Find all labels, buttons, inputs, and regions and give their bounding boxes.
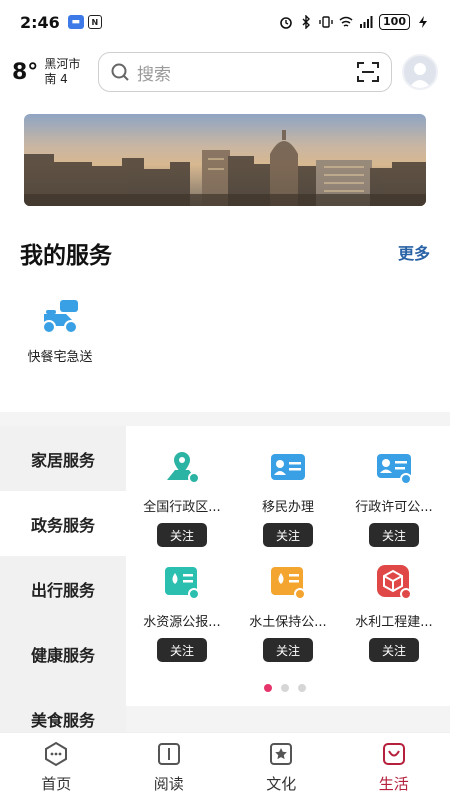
- follow-button[interactable]: 关注: [263, 523, 313, 547]
- page-dot[interactable]: [281, 684, 289, 692]
- wind-info: 南 4: [44, 72, 68, 86]
- service-grid-panel: 全国行政区... 关注 移民办理 关注 行政许可公... 关注 水资源公报...…: [126, 426, 450, 706]
- soil-doc-icon: [271, 567, 306, 600]
- service-tile-label: 行政许可公...: [355, 500, 433, 515]
- license-card-icon: [377, 454, 412, 485]
- map-pin-icon: [167, 452, 200, 484]
- nav-label: 阅读: [153, 775, 184, 793]
- nav-label: 文化: [266, 775, 297, 793]
- nav-label: 首页: [41, 775, 72, 793]
- service-tile[interactable]: 移民办理 关注: [238, 448, 338, 547]
- city-skyline-image: [24, 114, 426, 206]
- service-tile-label: 全国行政区...: [143, 500, 221, 515]
- follow-button[interactable]: 关注: [369, 523, 419, 547]
- life-icon: [382, 743, 405, 765]
- book-icon: [157, 743, 180, 765]
- temperature: 8°: [12, 59, 39, 85]
- nav-home[interactable]: 首页: [0, 733, 113, 800]
- service-tile-label: 水土保持公...: [249, 615, 327, 630]
- charging-icon: [419, 16, 427, 28]
- service-item-delivery[interactable]: 快餐宅急送: [18, 296, 102, 365]
- category-travel-services[interactable]: 出行服务: [0, 556, 126, 621]
- page-indicator: [264, 684, 306, 692]
- nav-label: 生活: [378, 775, 409, 793]
- box-icon: [377, 565, 412, 600]
- service-tile[interactable]: 水资源公报... 关注: [132, 563, 232, 662]
- bottom-navigation: 首页 阅读 文化 生活: [0, 732, 450, 800]
- service-tile-label: 移民办理: [261, 500, 314, 515]
- city-name: 黑河市: [44, 57, 81, 71]
- service-tile[interactable]: 水利工程建... 关注: [344, 563, 444, 662]
- follow-button[interactable]: 关注: [369, 638, 419, 662]
- avatar[interactable]: [402, 54, 438, 90]
- search-icon: [111, 63, 129, 81]
- id-card-icon: [271, 454, 305, 480]
- nav-reading[interactable]: 阅读: [113, 733, 226, 800]
- follow-button[interactable]: 关注: [157, 523, 207, 547]
- battery-indicator: 100: [379, 14, 410, 30]
- page-dot[interactable]: [298, 684, 306, 692]
- bluetooth-icon: [302, 15, 311, 29]
- notification-app-icon: ▬: [67, 15, 84, 29]
- water-doc-icon: [165, 567, 200, 600]
- city-banner[interactable]: [24, 114, 426, 206]
- service-tile-label: 水资源公报...: [143, 615, 221, 630]
- top-header: 8° 黑河市 南 4 搜索: [0, 44, 450, 100]
- status-bar: 2:46 ▬ N 100: [0, 0, 450, 44]
- category-government-services[interactable]: 政务服务: [0, 491, 126, 556]
- alarm-icon: [280, 17, 292, 29]
- vibrate-icon: [319, 16, 333, 28]
- more-link[interactable]: 更多: [398, 240, 430, 264]
- category-home-services[interactable]: 家居服务: [0, 426, 126, 491]
- service-tile[interactable]: 全国行政区... 关注: [132, 448, 232, 547]
- follow-button[interactable]: 关注: [263, 638, 313, 662]
- star-icon: [270, 743, 293, 765]
- follow-button[interactable]: 关注: [157, 638, 207, 662]
- page-dot-active[interactable]: [264, 684, 272, 692]
- service-tile[interactable]: 水土保持公... 关注: [238, 563, 338, 662]
- category-health-services[interactable]: 健康服务: [0, 621, 126, 686]
- service-tile[interactable]: 行政许可公... 关注: [344, 448, 444, 547]
- my-services-title: 我的服务: [20, 243, 112, 269]
- nav-life[interactable]: 生活: [338, 733, 450, 800]
- status-time: 2:46: [20, 12, 60, 32]
- service-tile-label: 水利工程建...: [355, 615, 433, 630]
- home-icon: [45, 741, 68, 767]
- category-list: 家居服务 政务服务 出行服务 健康服务 美食服务: [0, 426, 126, 751]
- nfc-icon: N: [87, 15, 102, 29]
- search-input[interactable]: 搜索: [98, 52, 392, 92]
- search-placeholder: 搜索: [137, 64, 171, 85]
- scan-icon[interactable]: [357, 62, 379, 82]
- service-item-label: 快餐宅急送: [27, 350, 93, 365]
- user-icon: [409, 63, 431, 88]
- wifi-icon: [339, 16, 353, 27]
- signal-icon: [360, 16, 373, 28]
- nav-culture[interactable]: 文化: [225, 733, 338, 800]
- service-grid: 全国行政区... 关注 移民办理 关注 行政许可公... 关注 水资源公报...…: [126, 448, 450, 662]
- weather-widget[interactable]: 8° 黑河市 南 4: [12, 57, 88, 87]
- scooter-icon: [42, 300, 78, 334]
